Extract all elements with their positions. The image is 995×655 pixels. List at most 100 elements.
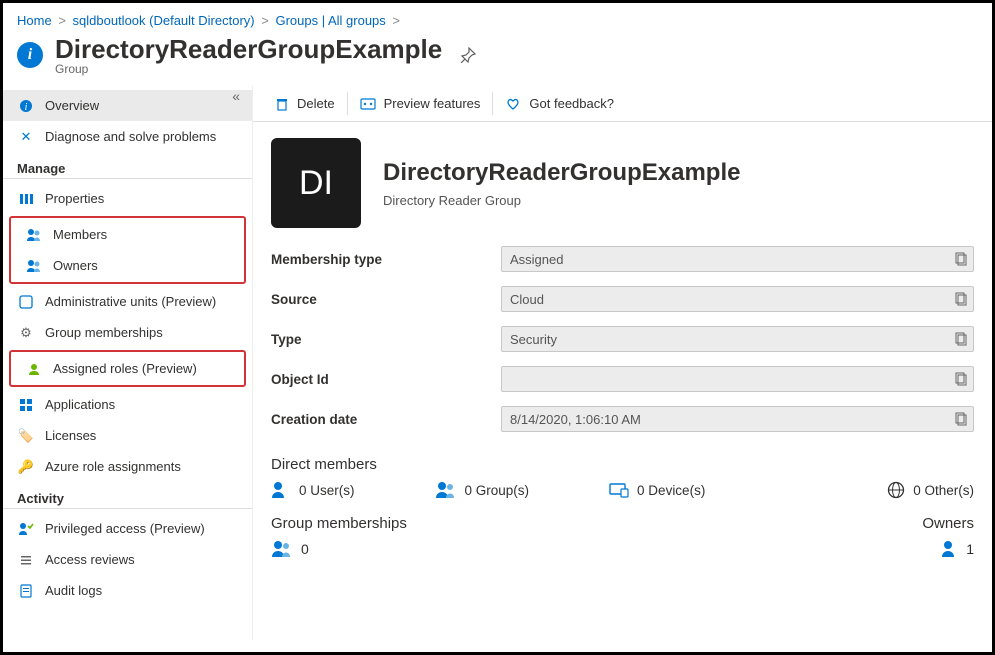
group-name: DirectoryReaderGroupExample <box>383 159 740 187</box>
stat-owners[interactable]: 1 <box>904 534 974 558</box>
copy-icon[interactable] <box>955 332 967 346</box>
sidebar-heading-activity: Activity <box>3 482 252 509</box>
sidebar-item-label: Licenses <box>45 428 96 443</box>
page-title: DirectoryReaderGroupExample <box>55 34 442 65</box>
licenses-icon: 🏷️ <box>17 428 35 444</box>
sidebar-item-applications[interactable]: Applications <box>3 389 252 420</box>
privileged-icon <box>17 522 35 536</box>
stat-label: 0 Group(s) <box>465 483 530 498</box>
preview-features-button[interactable]: Preview features <box>348 92 494 115</box>
audit-logs-icon <box>17 584 35 598</box>
heart-icon <box>505 97 521 111</box>
stat-users[interactable]: 0 User(s) <box>271 481 355 499</box>
device-icon <box>609 482 629 498</box>
field-creation-date: 8/14/2020, 1:06:10 AM <box>501 406 974 432</box>
sidebar-item-audit-logs[interactable]: Audit logs <box>3 575 252 606</box>
user-icon <box>271 481 291 499</box>
stat-label: 1 <box>966 541 974 557</box>
sidebar-item-access-reviews[interactable]: Access reviews <box>3 544 252 575</box>
stat-label: 0 <box>301 541 309 557</box>
group-icon <box>271 540 293 558</box>
copy-icon[interactable] <box>955 412 967 426</box>
sidebar-item-label: Diagnose and solve problems <box>45 129 216 144</box>
heading-direct-members: Direct members <box>253 450 992 475</box>
field-value: Cloud <box>510 292 544 307</box>
sidebar-item-diagnose[interactable]: ✕ Diagnose and solve problems <box>3 121 252 152</box>
label-membership-type: Membership type <box>271 252 501 267</box>
stat-memberships[interactable]: 0 <box>271 534 904 558</box>
group-icon <box>435 481 457 499</box>
copy-icon[interactable] <box>955 252 967 266</box>
sidebar-item-licenses[interactable]: 🏷️ Licenses <box>3 420 252 451</box>
label-object-id: Object Id <box>271 372 501 387</box>
sidebar-item-label: Administrative units (Preview) <box>45 294 216 309</box>
sidebar-item-overview[interactable]: i Overview <box>3 90 252 121</box>
assigned-roles-icon <box>25 362 43 376</box>
field-type: Security <box>501 326 974 352</box>
group-description: Directory Reader Group <box>383 193 740 208</box>
sidebar-item-label: Overview <box>45 98 99 113</box>
sidebar-item-privileged[interactable]: Privileged access (Preview) <box>3 513 252 544</box>
sidebar: « i Overview ✕ Diagnose and solve proble… <box>3 86 253 640</box>
pin-icon[interactable] <box>460 47 476 63</box>
field-value: Assigned <box>510 252 563 267</box>
group-avatar: DI <box>271 138 361 228</box>
field-object-id <box>501 366 974 392</box>
sidebar-item-label: Group memberships <box>45 325 163 340</box>
sidebar-item-azure-roles[interactable]: 🔑 Azure role assignments <box>3 451 252 482</box>
stat-others[interactable]: 0 Other(s) <box>887 481 974 499</box>
sidebar-item-admin-units[interactable]: Administrative units (Preview) <box>3 286 252 317</box>
label-source: Source <box>271 292 501 307</box>
info-icon: i <box>17 42 43 68</box>
chevron-right-icon: > <box>58 13 66 28</box>
label-creation-date: Creation date <box>271 412 501 427</box>
breadcrumb-groups[interactable]: Groups | All groups <box>275 13 385 28</box>
sidebar-item-group-memberships[interactable]: ⚙ Group memberships <box>3 317 252 348</box>
sidebar-item-label: Owners <box>53 258 98 273</box>
sidebar-item-label: Azure role assignments <box>45 459 181 474</box>
breadcrumb: Home > sqldboutlook (Default Directory) … <box>3 3 992 32</box>
field-value: Security <box>510 332 557 347</box>
key-icon: 🔑 <box>17 459 35 475</box>
command-bar: Delete Preview features Got feedback? <box>253 86 992 122</box>
sidebar-item-owners[interactable]: Owners <box>11 250 244 281</box>
admin-units-icon <box>17 295 35 309</box>
preview-icon <box>360 97 376 111</box>
sidebar-item-label: Assigned roles (Preview) <box>53 361 197 376</box>
sidebar-item-members[interactable]: Members <box>11 219 244 250</box>
access-reviews-icon <box>17 553 35 567</box>
stat-groups[interactable]: 0 Group(s) <box>435 481 530 499</box>
stat-label: 0 Device(s) <box>637 483 705 498</box>
delete-button[interactable]: Delete <box>263 92 348 115</box>
feedback-button[interactable]: Got feedback? <box>493 92 626 115</box>
cmd-label: Got feedback? <box>529 96 614 111</box>
field-source: Cloud <box>501 286 974 312</box>
field-membership-type: Assigned <box>501 246 974 272</box>
info-icon: i <box>17 99 35 113</box>
sidebar-item-properties[interactable]: Properties <box>3 183 252 214</box>
trash-icon <box>275 97 289 111</box>
direct-members-row: 0 User(s) 0 Group(s) 0 Device(s) 0 Other… <box>253 475 992 509</box>
copy-icon[interactable] <box>955 372 967 386</box>
owners-icon <box>25 259 43 273</box>
cmd-label: Preview features <box>384 96 481 111</box>
breadcrumb-home[interactable]: Home <box>17 13 52 28</box>
sidebar-item-label: Privileged access (Preview) <box>45 521 205 536</box>
cmd-label: Delete <box>297 96 335 111</box>
members-icon <box>25 228 43 242</box>
gear-icon: ⚙ <box>17 325 35 341</box>
chevron-right-icon: > <box>392 13 400 28</box>
page-subtitle: Group <box>55 62 442 76</box>
collapse-chevron-icon[interactable]: « <box>232 88 240 104</box>
stat-label: 0 Other(s) <box>913 483 974 498</box>
heading-group-memberships: Group memberships <box>271 509 904 534</box>
sidebar-heading-manage: Manage <box>3 152 252 179</box>
stat-devices[interactable]: 0 Device(s) <box>609 482 705 498</box>
sidebar-item-label: Audit logs <box>45 583 102 598</box>
copy-icon[interactable] <box>955 292 967 306</box>
breadcrumb-directory[interactable]: sqldboutlook (Default Directory) <box>73 13 255 28</box>
sidebar-item-assigned-roles[interactable]: Assigned roles (Preview) <box>11 353 244 384</box>
stat-label: 0 User(s) <box>299 483 355 498</box>
user-icon <box>938 540 958 558</box>
field-value: 8/14/2020, 1:06:10 AM <box>510 412 641 427</box>
